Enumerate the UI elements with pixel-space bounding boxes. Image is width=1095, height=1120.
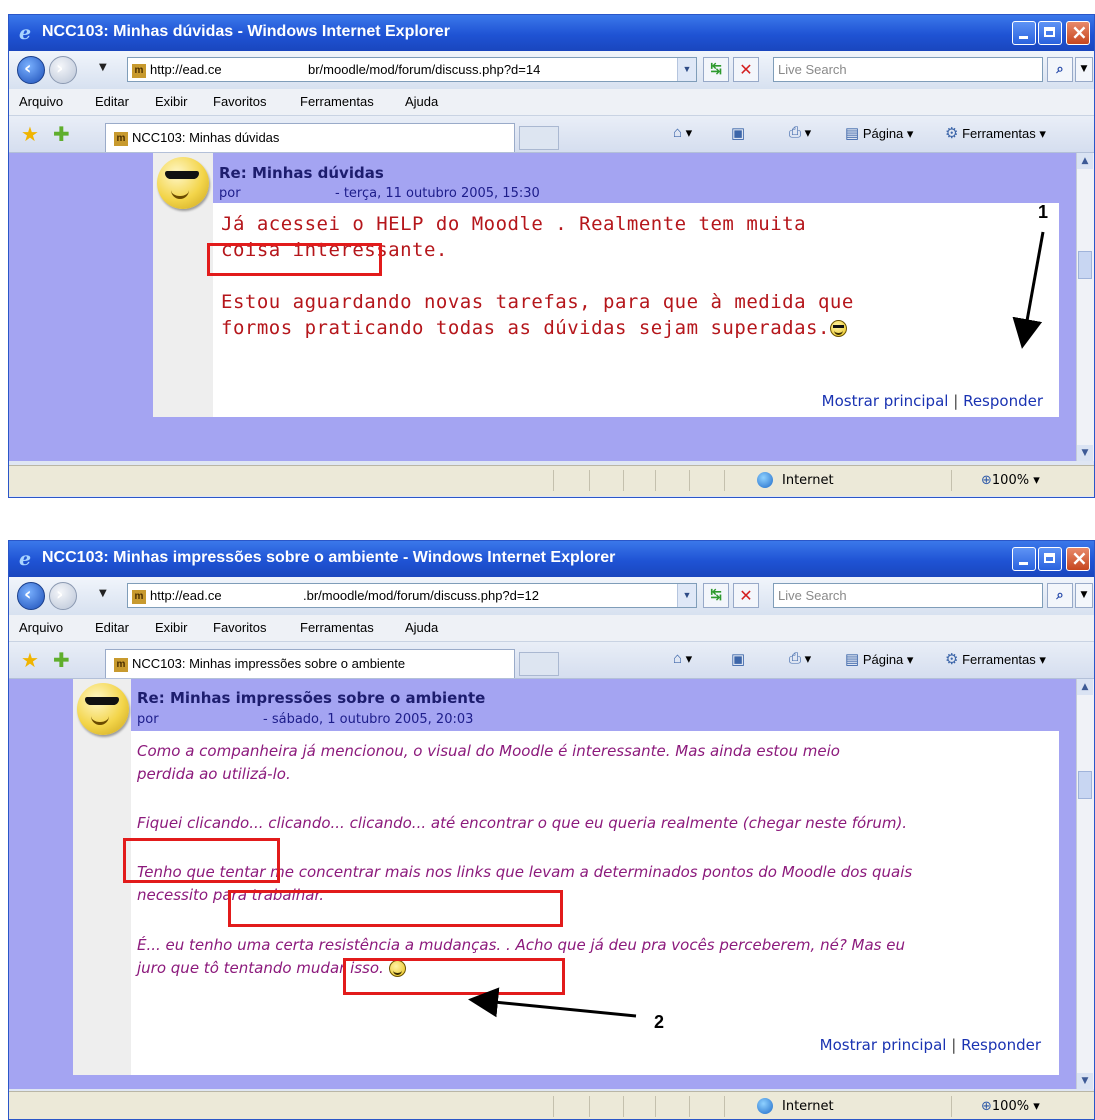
annotation-arrows [468, 231, 1045, 1018]
arrow-2 [468, 987, 637, 1018]
arrow-1 [1012, 231, 1045, 349]
